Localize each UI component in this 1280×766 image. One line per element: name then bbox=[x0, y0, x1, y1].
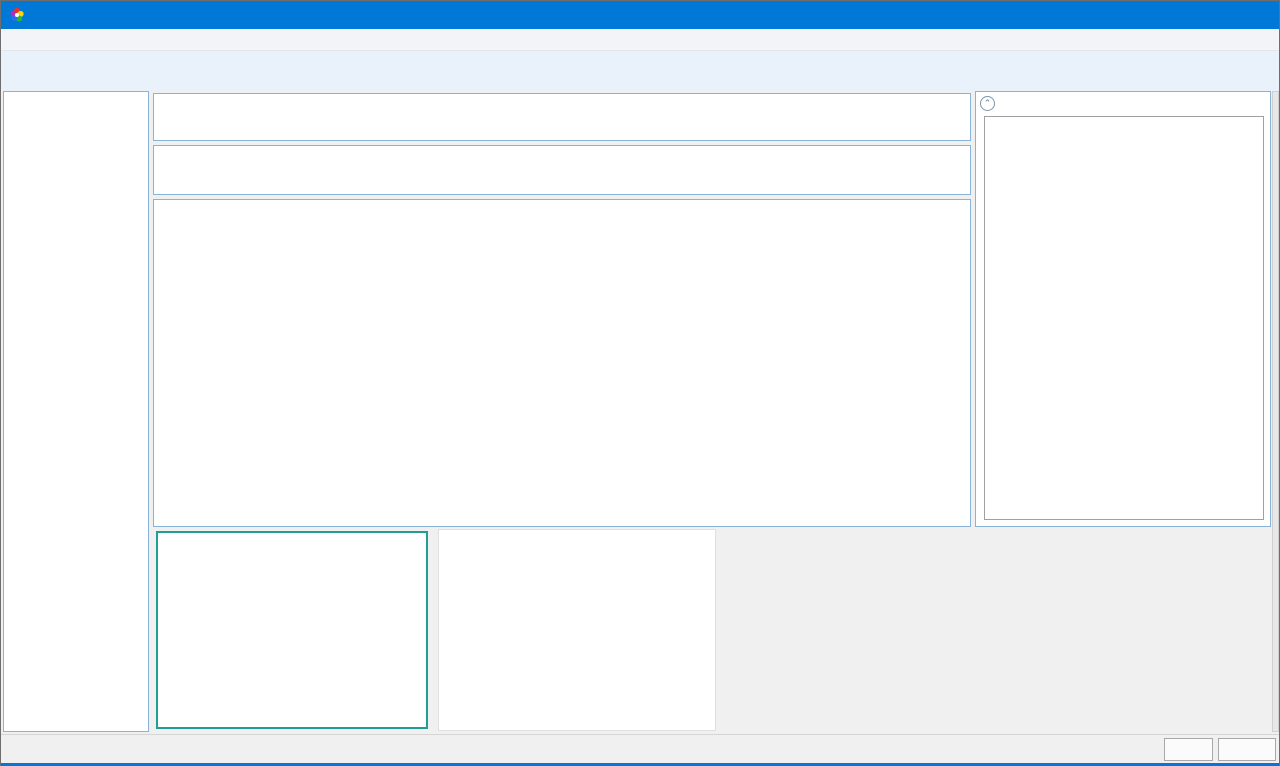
scatter-chart-panel[interactable] bbox=[156, 531, 428, 729]
app-logo-icon bbox=[9, 7, 25, 23]
standard-table-panel bbox=[153, 145, 971, 195]
color-difference-report bbox=[984, 116, 1264, 520]
close-button[interactable] bbox=[1233, 1, 1279, 29]
trend-chart-panel[interactable] bbox=[438, 529, 716, 731]
auto-button[interactable] bbox=[1164, 738, 1213, 761]
status-bar bbox=[1, 734, 1279, 763]
toolbar bbox=[1, 51, 1279, 91]
tolerance-table-panel bbox=[153, 93, 971, 141]
minimize-button[interactable] bbox=[1141, 1, 1187, 29]
samples-table-panel bbox=[153, 199, 971, 527]
application-window: ⌃ bbox=[0, 0, 1280, 766]
collapse-chevron-icon[interactable]: ⌃ bbox=[980, 96, 995, 111]
sample-tree bbox=[3, 91, 149, 732]
spectrum-color-bar bbox=[751, 705, 993, 727]
maximize-button[interactable] bbox=[1187, 1, 1233, 29]
color-difference-panel: ⌃ bbox=[975, 91, 1271, 527]
status-empty-cell bbox=[1218, 738, 1276, 761]
lab-gamut-chart bbox=[1015, 529, 1280, 731]
dEab-trend-chart bbox=[439, 530, 715, 730]
menu-bar bbox=[1, 29, 1279, 51]
gamut-chart-panel[interactable] bbox=[1015, 529, 1280, 731]
da-db-scatter-chart bbox=[158, 533, 424, 725]
reflectance-chart-panel[interactable] bbox=[723, 529, 1015, 731]
title-bar bbox=[1, 1, 1279, 29]
reflectance-chart bbox=[723, 529, 1013, 701]
